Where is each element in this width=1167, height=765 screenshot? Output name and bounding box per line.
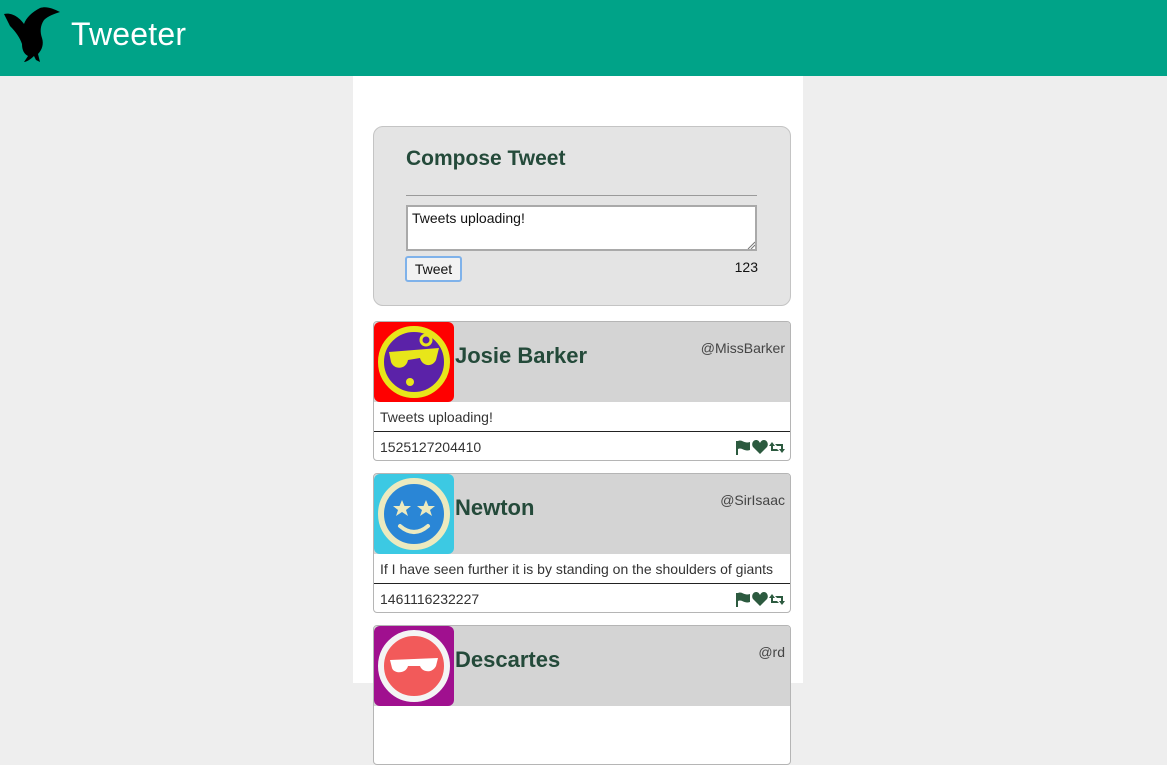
- retweet-icon[interactable]: [769, 592, 785, 607]
- tweet-author-name: Josie Barker: [455, 343, 588, 368]
- nav-bar: Tweeter: [0, 0, 1167, 76]
- resize-handle-icon[interactable]: [747, 241, 755, 249]
- tweet-text: If I have seen further it is by standing…: [374, 555, 790, 584]
- tweet-author-name: Descartes: [455, 647, 561, 672]
- tweet-text: Tweets uploading!: [374, 403, 790, 432]
- divider: [406, 195, 757, 196]
- star-eyes-avatar: [374, 474, 454, 554]
- tweet-author-handle: @rd: [758, 644, 785, 660]
- app-title: Tweeter: [71, 16, 187, 52]
- heart-icon[interactable]: [752, 440, 768, 455]
- compose-tweet-panel: Compose Tweet Tweet 123: [373, 126, 791, 306]
- hummingbird-icon: [4, 7, 60, 62]
- flag-icon[interactable]: [735, 440, 751, 455]
- tweet-footer: 1461116232227: [374, 585, 790, 612]
- tweet-button[interactable]: Tweet: [405, 256, 462, 282]
- avatar: [374, 474, 454, 554]
- flag-icon[interactable]: [735, 592, 751, 607]
- tweet-author-handle: @SirIsaac: [720, 492, 785, 508]
- tweet-header: Descartes @rd: [374, 626, 790, 706]
- cool-face-avatar: [374, 322, 454, 402]
- tweet-card: Descartes @rd: [373, 625, 791, 765]
- tweet-footer: 1525127204410: [374, 433, 790, 460]
- tweet-author-name: Newton: [455, 495, 535, 520]
- tweet-actions: [735, 440, 785, 455]
- tweet-text-input[interactable]: [406, 205, 757, 251]
- retweet-icon[interactable]: [769, 440, 785, 455]
- tweet-timestamp: 1525127204410: [380, 439, 482, 455]
- main-column: Compose Tweet Tweet 123 Josie Barker @Mi…: [353, 76, 803, 765]
- avatar: [374, 626, 454, 706]
- tweet-header: Josie Barker @MissBarker: [374, 322, 790, 402]
- avatar: [374, 322, 454, 402]
- sunglasses-avatar: [374, 626, 454, 706]
- tweet-author-handle: @MissBarker: [700, 340, 785, 356]
- tweet-card: Josie Barker @MissBarker Tweets uploadin…: [373, 321, 791, 461]
- character-counter: 123: [734, 259, 758, 275]
- heart-icon[interactable]: [752, 592, 768, 607]
- tweet-timestamp: 1461116232227: [380, 591, 480, 607]
- tweet-card: Newton @SirIsaac If I have seen further …: [373, 473, 791, 613]
- tweet-actions: [735, 592, 785, 607]
- tweet-header: Newton @SirIsaac: [374, 474, 790, 554]
- compose-title: Compose Tweet: [406, 147, 566, 170]
